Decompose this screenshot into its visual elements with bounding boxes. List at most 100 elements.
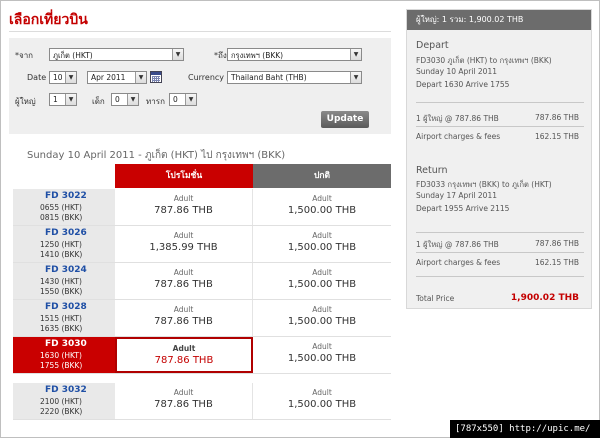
departure-time: 1515 (HKT) xyxy=(40,314,82,323)
promo-fare-option[interactable]: Adult 787.86 THB xyxy=(115,300,253,336)
day-value: 10 xyxy=(53,73,63,82)
month-select[interactable]: Apr 2011 ▼ xyxy=(87,71,147,84)
return-fare-amount: 787.86 THB xyxy=(535,239,579,248)
fare-amount: 1,500.00 THB xyxy=(287,205,357,216)
currency-value: Thailand Baht (THB) xyxy=(231,73,307,82)
title-divider xyxy=(9,31,391,32)
flight-row: FD 3026 1250 (HKT) 1410 (BKK) Adult 1,38… xyxy=(13,226,391,263)
promo-fare-option[interactable]: Adult 787.86 THB xyxy=(115,383,253,419)
chevron-down-icon: ▼ xyxy=(350,72,361,83)
passenger-type: Adult xyxy=(312,342,332,351)
arrival-time: 0815 (BKK) xyxy=(40,213,83,222)
column-header-promo: โปรโมชั่น xyxy=(115,164,253,188)
depart-fees-label: Airport charges & fees xyxy=(416,132,501,141)
depart-date: Sunday 10 April 2011 xyxy=(416,67,497,76)
arrival-time: 2220 (BKK) xyxy=(40,407,83,416)
results-date-heading: Sunday 10 April 2011 - ภูเก็ต (HKT) ไป ก… xyxy=(27,150,286,161)
fare-amount: 1,500.00 THB xyxy=(287,316,357,327)
return-title: Return xyxy=(416,165,448,176)
flight-number: FD 3028 xyxy=(45,302,87,312)
flight-info-cell: FD 3026 1250 (HKT) 1410 (BKK) xyxy=(13,226,115,262)
date-label: Date xyxy=(27,73,47,82)
child-value: 0 xyxy=(115,95,120,104)
chevron-down-icon: ▼ xyxy=(65,72,76,83)
flight-info-cell: FD 3032 2100 (HKT) 2220 (BKK) xyxy=(13,383,115,419)
normal-fare-option[interactable]: Adult 1,500.00 THB xyxy=(253,189,391,225)
summary-divider xyxy=(416,276,584,277)
to-label: *ถึง xyxy=(214,51,227,60)
infant-value: 0 xyxy=(173,95,178,104)
promo-fare-option[interactable]: Adult 787.86 THB xyxy=(115,189,253,225)
normal-fare-option[interactable]: Adult 1,500.00 THB xyxy=(253,337,391,373)
return-fees-label: Airport charges & fees xyxy=(416,258,501,267)
passenger-type: Adult xyxy=(312,194,332,203)
child-select[interactable]: 0 ▼ xyxy=(111,93,139,106)
adult-select[interactable]: 1 ▼ xyxy=(49,93,77,106)
flight-info-cell: FD 3028 1515 (HKT) 1635 (BKK) xyxy=(13,300,115,336)
depart-fare-label: 1 ผู้ใหญ่ @ 787.86 THB xyxy=(416,114,499,123)
fare-amount: 787.86 THB xyxy=(154,399,213,410)
currency-select[interactable]: Thailand Baht (THB) ▼ xyxy=(227,71,362,84)
calendar-icon[interactable] xyxy=(150,71,162,83)
fare-amount: 787.86 THB xyxy=(154,205,213,216)
flight-row: FD 3032 2100 (HKT) 2220 (BKK) Adult 787.… xyxy=(13,383,391,420)
depart-times: Depart 1630 Arrive 1755 xyxy=(416,80,510,89)
chevron-down-icon: ▼ xyxy=(185,94,196,105)
adult-label: ผู้ใหญ่ xyxy=(15,97,36,106)
update-button[interactable]: Update xyxy=(321,111,369,128)
flight-info-cell: FD 3022 0655 (HKT) 0815 (BKK) xyxy=(13,189,115,225)
flight-info-cell: FD 3030 1630 (HKT) 1755 (BKK) xyxy=(13,337,115,373)
fare-amount: 787.86 THB xyxy=(154,316,213,327)
image-host-watermark: [787x550] http://upic.me/ xyxy=(450,420,600,438)
departure-time: 2100 (HKT) xyxy=(40,397,82,406)
summary-divider xyxy=(416,102,584,103)
normal-fare-option[interactable]: Adult 1,500.00 THB xyxy=(253,263,391,299)
passenger-type: Adult xyxy=(173,388,194,397)
fare-amount: 1,500.00 THB xyxy=(287,353,357,364)
from-label: *จาก xyxy=(15,51,34,60)
fare-amount: 1,500.00 THB xyxy=(287,399,357,410)
promo-fare-option[interactable]: Adult 787.86 THB xyxy=(115,263,253,299)
fare-amount: 787.86 THB xyxy=(154,355,214,366)
infant-select[interactable]: 0 ▼ xyxy=(169,93,197,106)
summary-divider xyxy=(416,126,584,127)
page-frame: เลือกเที่ยวบิน *จาก ภูเก็ต (HKT) ▼ *ถึง … xyxy=(0,0,600,438)
summary-header: ผู้ใหญ่: 1 รวม: 1,900.02 THB xyxy=(407,10,591,30)
chevron-down-icon: ▼ xyxy=(65,94,76,105)
to-value: กรุงเทพฯ (BKK) xyxy=(231,51,284,60)
departure-time: 0655 (HKT) xyxy=(40,203,82,212)
passenger-type: Adult xyxy=(312,268,332,277)
departure-time: 1430 (HKT) xyxy=(40,277,82,286)
to-select[interactable]: กรุงเทพฯ (BKK) ▼ xyxy=(227,48,362,61)
chevron-down-icon: ▼ xyxy=(127,94,138,105)
total-price-label: Total Price xyxy=(416,294,455,303)
arrival-time: 1550 (BKK) xyxy=(40,287,83,296)
flight-number: FD 3026 xyxy=(45,228,87,238)
promo-fare-option[interactable]: Adult 1,385.99 THB xyxy=(115,226,253,262)
normal-fare-option[interactable]: Adult 1,500.00 THB xyxy=(253,226,391,262)
arrival-time: 1635 (BKK) xyxy=(40,324,83,333)
flight-row: FD 3028 1515 (HKT) 1635 (BKK) Adult 787.… xyxy=(13,300,391,337)
return-date: Sunday 17 April 2011 xyxy=(416,191,497,200)
normal-fare-option[interactable]: Adult 1,500.00 THB xyxy=(253,383,391,419)
passenger-type: Adult xyxy=(312,305,332,314)
chevron-down-icon: ▼ xyxy=(135,72,146,83)
depart-title: Depart xyxy=(416,40,449,51)
normal-fare-option[interactable]: Adult 1,500.00 THB xyxy=(253,300,391,336)
day-select[interactable]: 10 ▼ xyxy=(49,71,77,84)
arrival-time: 1410 (BKK) xyxy=(40,250,83,259)
flight-row: FD 3024 1430 (HKT) 1550 (BKK) Adult 787.… xyxy=(13,263,391,300)
departure-time: 1630 (HKT) xyxy=(40,351,82,360)
page-title: เลือกเที่ยวบิน xyxy=(9,12,88,28)
flight-number: FD 3024 xyxy=(45,265,87,275)
from-select[interactable]: ภูเก็ต (HKT) ▼ xyxy=(49,48,184,61)
depart-flight: FD3030 ภูเก็ต (HKT) to กรุงเทพฯ (BKK) xyxy=(416,56,552,65)
passenger-type: Adult xyxy=(312,231,332,240)
flight-number: FD 3030 xyxy=(45,339,87,349)
chevron-down-icon: ▼ xyxy=(350,49,361,60)
passenger-type: Adult xyxy=(312,388,332,397)
return-fees-amount: 162.15 THB xyxy=(535,258,579,267)
promo-fare-option-selected[interactable]: Adult 787.86 THB xyxy=(115,337,253,373)
passenger-type: Adult xyxy=(173,194,194,203)
fare-amount: 1,500.00 THB xyxy=(287,242,357,253)
